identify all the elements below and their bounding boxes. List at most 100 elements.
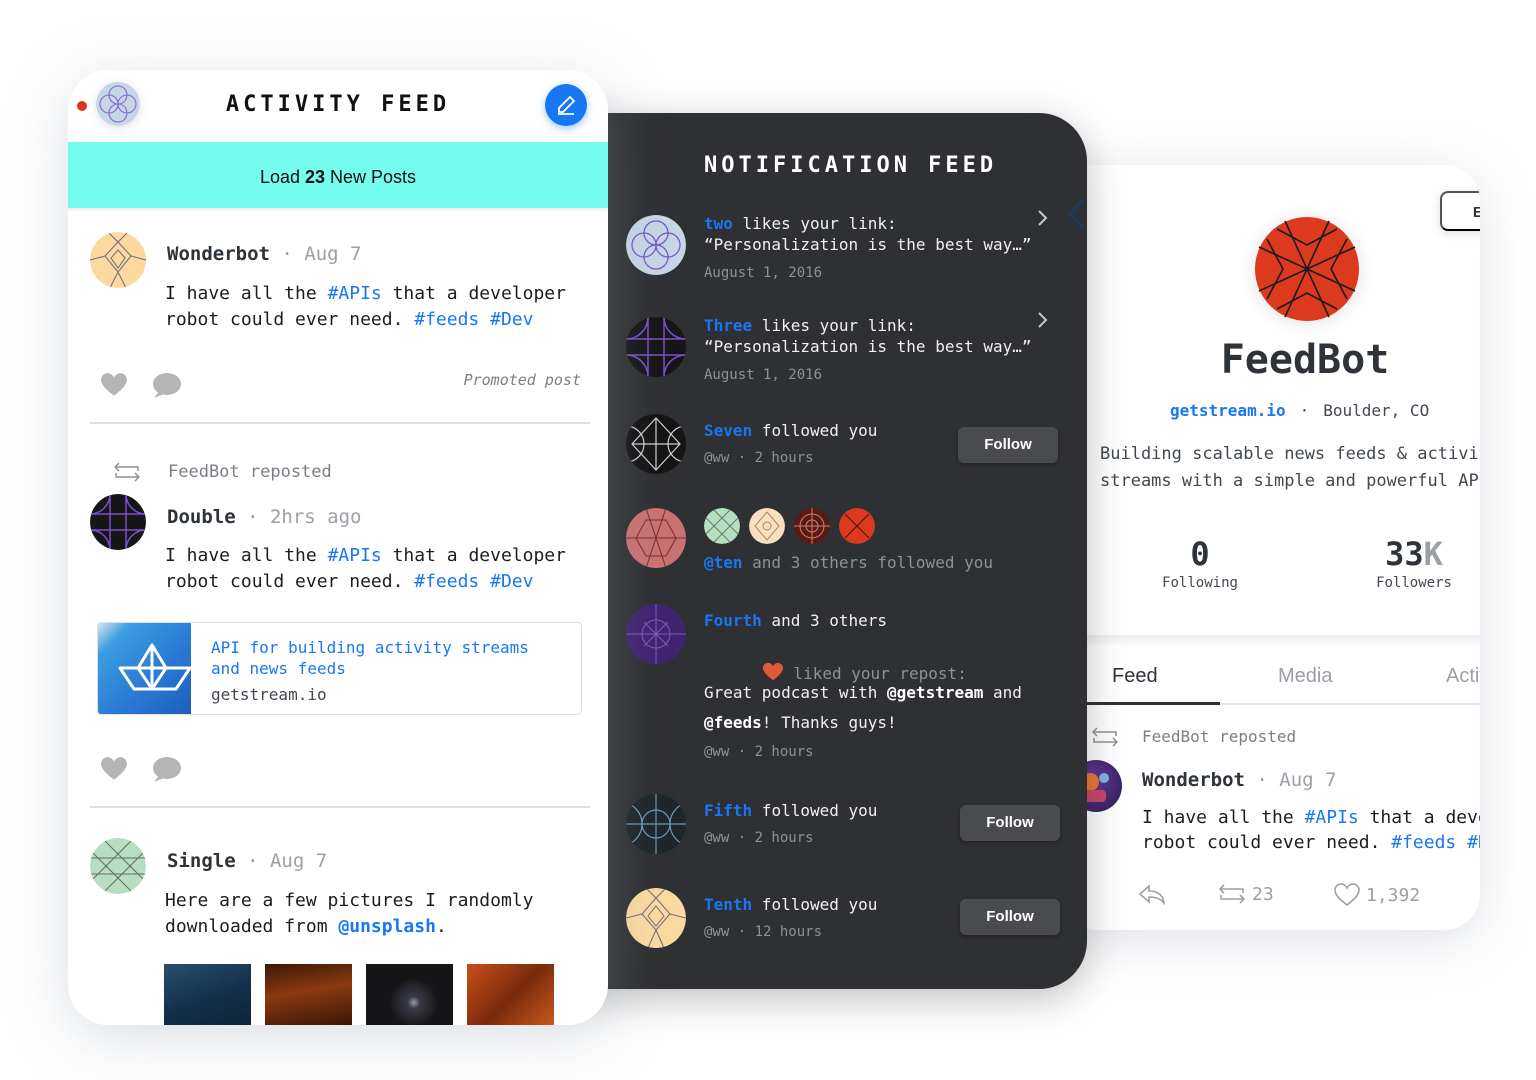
post-header: Double · 2hrs ago [167, 506, 362, 528]
hashtag-link[interactable]: #feeds [1391, 832, 1456, 853]
notification-actor[interactable]: Seven [704, 421, 752, 440]
repost-icon [1091, 727, 1119, 751]
hashtag-link[interactable]: #feeds [414, 571, 479, 592]
edit-profile-button[interactable]: Edit [1440, 191, 1480, 231]
post-date: Aug 7 [269, 850, 328, 872]
notification-time: @ww · 12 hours [704, 924, 823, 940]
hashtag-link[interactable]: #APIs [328, 283, 382, 304]
heart-outline-icon [1334, 883, 1360, 907]
photo-thumbnail[interactable] [467, 964, 554, 1025]
notification-feed-title: NOTIFICATION FEED [704, 153, 998, 178]
heart-icon[interactable] [100, 756, 128, 782]
avatar-fifth [626, 794, 686, 854]
tab-media[interactable]: Media [1278, 665, 1332, 688]
like-button[interactable]: 1,392 [1334, 883, 1420, 907]
follower-avatar[interactable] [839, 508, 875, 544]
profile-tabs: Feed Media Activity [1060, 645, 1480, 705]
notification-actor[interactable]: Three [704, 316, 752, 335]
avatar-seven [626, 414, 686, 474]
notification-time: @ww · 2 hours [704, 830, 814, 846]
follow-button[interactable]: Follow [960, 805, 1060, 841]
promoted-post-label: Promoted post [463, 371, 581, 389]
profile-panel: Edit FeedBot getstream.io·Boulder, CO Bu… [1060, 165, 1480, 930]
followers-label: Followers [1376, 575, 1452, 591]
notification-time: August 1, 2016 [704, 265, 823, 281]
hashtag-link[interactable]: #Dev [490, 571, 533, 592]
repost-label: FeedBot reposted [1142, 727, 1297, 746]
notification-actor[interactable]: Fourth [704, 611, 762, 630]
wonderbot-avatar[interactable] [90, 232, 146, 288]
following-stat[interactable]: 0 Following [1130, 535, 1270, 591]
post-date: Aug 7 [1279, 769, 1337, 791]
follower-avatar[interactable] [704, 508, 740, 544]
photo-thumbnail[interactable] [164, 964, 251, 1025]
load-new-posts-button[interactable]: Load 23 New Posts [68, 142, 608, 208]
post-divider [90, 422, 590, 424]
post-date: Aug 7 [304, 243, 362, 265]
chevron-right-icon[interactable] [1034, 312, 1050, 328]
post-body: I have all the #APIs that a developer ro… [165, 545, 566, 592]
follow-button[interactable]: Follow [960, 899, 1060, 935]
post-author[interactable]: Wonderbot [167, 243, 270, 265]
post-author[interactable]: Single [167, 850, 236, 872]
activity-header: ACTIVITY FEED [68, 70, 608, 142]
follower-avatar[interactable] [749, 508, 785, 544]
heart-icon[interactable] [100, 372, 128, 398]
post-actions [100, 756, 182, 784]
link-url: getstream.io [211, 685, 327, 704]
post-divider [90, 806, 590, 808]
repost-button[interactable]: 23 [1218, 883, 1274, 905]
tab-feed[interactable]: Feed [1112, 665, 1158, 688]
avatar-fourth [626, 604, 686, 664]
single-avatar[interactable] [90, 838, 146, 894]
like-count: 1,392 [1366, 884, 1421, 906]
hashtag-link[interactable]: #feeds [414, 309, 479, 330]
mention-link[interactable]: @feeds [704, 713, 762, 732]
chevron-right-icon[interactable] [1034, 210, 1050, 226]
paper-boat-icon [118, 643, 192, 691]
followers-stat[interactable]: 33K Followers [1344, 535, 1480, 591]
link-title[interactable]: API for building activity streams and ne… [211, 637, 529, 679]
profile-meta: getstream.io · Boulder, CO [1170, 401, 1430, 420]
new-posts-count: 23 [304, 167, 326, 187]
avatar-ten [626, 508, 686, 568]
avatar-three [626, 317, 686, 377]
tab-activity[interactable]: Activity [1446, 665, 1480, 688]
notification-time: @ww · 2 hours [704, 450, 814, 466]
repost-icon [1218, 884, 1246, 904]
notification-actor[interactable]: two [704, 214, 733, 233]
follow-button[interactable]: Follow [958, 427, 1058, 463]
profile-website-link[interactable]: getstream.io [1170, 401, 1286, 420]
back-chevron-icon[interactable] [1066, 197, 1086, 235]
repost-label: FeedBot reposted [168, 462, 332, 482]
comment-icon[interactable] [150, 756, 182, 784]
double-avatar[interactable] [90, 494, 146, 550]
following-label: Following [1162, 575, 1238, 591]
notification-actor[interactable]: @ten [704, 553, 743, 572]
compose-button[interactable] [545, 84, 587, 126]
activity-feed-title: ACTIVITY FEED [225, 92, 451, 117]
link-thumbnail [98, 623, 192, 714]
profile-bio: Building scalable news feeds & activity … [1100, 444, 1480, 491]
hashtag-link[interactable]: #Dev [1467, 832, 1480, 853]
post-author[interactable]: Wonderbot [1142, 769, 1245, 791]
hashtag-link[interactable]: #Dev [490, 309, 533, 330]
mention-link[interactable]: @unsplash [338, 916, 436, 937]
photo-thumbnail[interactable] [366, 964, 453, 1025]
hashtag-link[interactable]: #APIs [328, 545, 382, 566]
reply-button[interactable] [1138, 883, 1166, 905]
repost-icon [113, 462, 141, 486]
photo-thumbnail[interactable] [265, 964, 352, 1025]
follower-avatar[interactable] [794, 508, 830, 544]
mention-link[interactable]: @getstream [887, 683, 983, 702]
hashtag-link[interactable]: #APIs [1305, 807, 1359, 828]
notification-actor[interactable]: Tenth [704, 895, 752, 914]
notification-actor[interactable]: Fifth [704, 801, 752, 820]
link-preview-card[interactable]: API for building activity streams and ne… [97, 622, 582, 715]
activity-feed-panel: ACTIVITY FEED Load 23 New Posts Wonderbo… [68, 70, 608, 1025]
comment-icon[interactable] [150, 372, 182, 400]
avatar-two [626, 215, 686, 275]
post-author[interactable]: Double [167, 506, 236, 528]
pencil-icon [558, 95, 576, 115]
profile-avatar [1255, 217, 1359, 321]
